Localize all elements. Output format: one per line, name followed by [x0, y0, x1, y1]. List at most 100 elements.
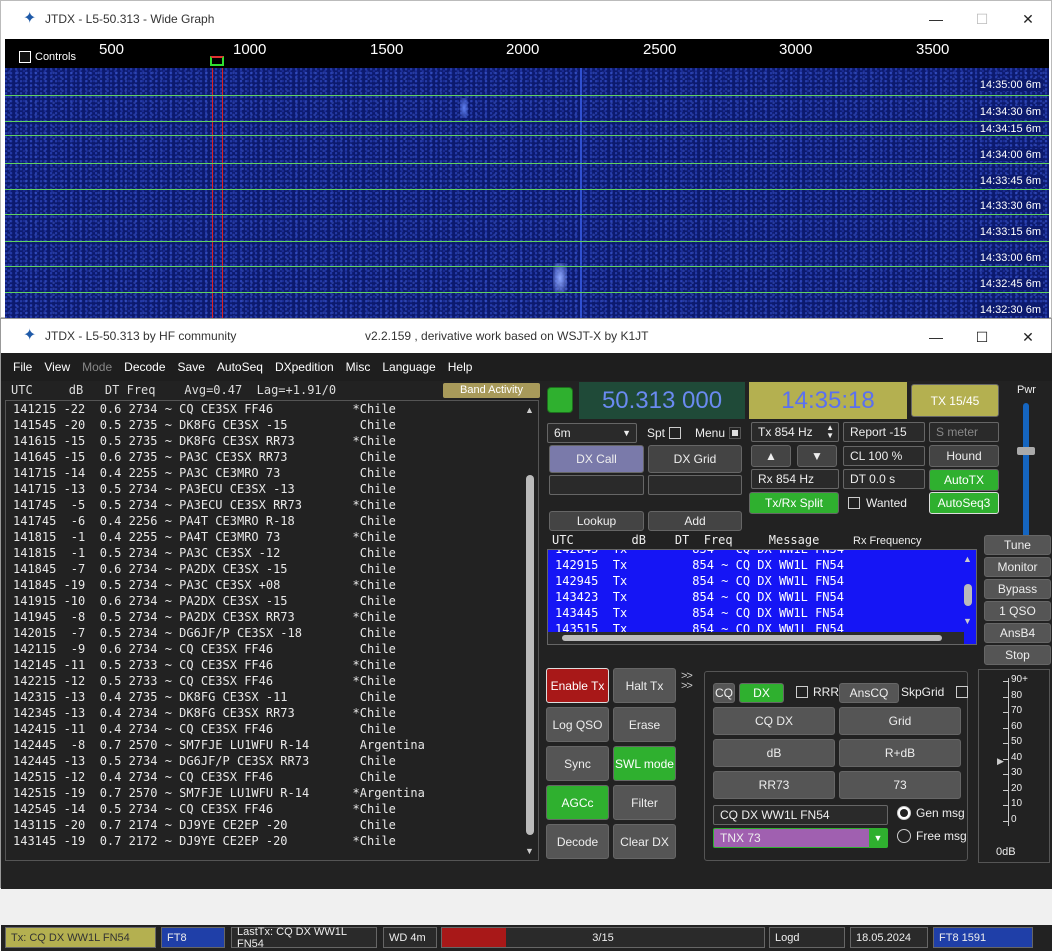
autoseq3-button[interactable]: AutoSeq3 [929, 492, 999, 514]
halt-tx-button[interactable]: Halt Tx [613, 668, 676, 703]
lookup-button[interactable]: Lookup [549, 511, 644, 531]
minimize-icon[interactable]: — [913, 319, 959, 355]
decode-row[interactable]: 142015 -7 0.5 2734 ~ DG6JF/P CE3SX -18 C… [6, 625, 538, 641]
dt-spinbox[interactable]: DT 0.0 s [843, 469, 925, 489]
skpgrid-checkbox[interactable]: SkpGrid [901, 685, 969, 699]
tx-row[interactable]: 142915 Tx 854 ~ CQ DX WW1L FN54 [548, 557, 976, 573]
minimize-icon[interactable]: — [913, 1, 959, 37]
anscq-button[interactable]: AnsCQ [839, 683, 899, 703]
decode-row[interactable]: 141845 -7 0.6 2734 ~ PA2DX CE3SX -15 Chi… [6, 561, 538, 577]
menu-autoseq[interactable]: AutoSeq [211, 360, 269, 374]
decode-row[interactable]: 141645 -15 0.6 2735 ~ PA3C CE3SX RR73 Ch… [6, 449, 538, 465]
dx-button[interactable]: DX [739, 683, 784, 703]
clear-dx-button[interactable]: Clear DX [613, 824, 676, 859]
band-select[interactable]: 6m ▼ [547, 423, 637, 443]
tx-row[interactable]: 143445 Tx 854 ~ CQ DX WW1L FN54 [548, 605, 976, 621]
decode-row[interactable]: 142215 -12 0.5 2733 ~ CQ CE3SX FF46 *Chi… [6, 673, 538, 689]
cl-spinbox[interactable]: CL 100 % [843, 446, 925, 466]
bypass-button[interactable]: Bypass [984, 579, 1051, 599]
decode-row[interactable]: 141915 -10 0.6 2734 ~ PA2DX CE3SX -15 Ch… [6, 593, 538, 609]
tx-row[interactable]: 142945 Tx 854 ~ CQ DX WW1L FN54 [548, 573, 976, 589]
autotx-button[interactable]: AutoTX [929, 469, 999, 491]
decode-row[interactable]: 141815 -1 0.4 2255 ~ PA4T CE3MRO 73 *Chi… [6, 529, 538, 545]
cq-button[interactable]: CQ [713, 683, 735, 703]
tx-row[interactable]: 143423 Tx 854 ~ CQ DX WW1L FN54 [548, 589, 976, 605]
decode-row[interactable]: 141715 -14 0.4 2255 ~ PA3C CE3MRO 73 Chi… [6, 465, 538, 481]
add-button[interactable]: Add [648, 511, 742, 531]
decode-row[interactable]: 142115 -9 0.6 2734 ~ CQ CE3SX FF46 Chile [6, 641, 538, 657]
close-icon[interactable]: ✕ [1005, 319, 1051, 355]
decode-row[interactable]: 142345 -13 0.4 2734 ~ DK8FG CE3SX RR73 *… [6, 705, 538, 721]
rx-frequency-list[interactable]: 142845 Tx 854 ~ CQ DX WW1L FN54 142915 Tx… [547, 549, 977, 645]
generated-message-field[interactable]: CQ DX WW1L FN54 [713, 805, 888, 825]
down-arrow-button[interactable]: ▼ [797, 445, 837, 467]
decode-row[interactable]: 143145 -19 0.7 2172 ~ DJ9YE CE2EP -20 *C… [6, 833, 538, 849]
rr73-msg-button[interactable]: RR73 [713, 771, 835, 799]
expand-arrows-icon[interactable]: >> >> [681, 671, 693, 692]
report-spinbox[interactable]: Report -15 [843, 422, 925, 442]
decode-row[interactable]: 141845 -19 0.5 2734 ~ PA3C CE3SX +08 *Ch… [6, 577, 538, 593]
rrr-checkbox[interactable]: RRR [796, 685, 839, 699]
up-arrow-button[interactable]: ▲ [751, 445, 791, 467]
menu-save[interactable]: Save [172, 360, 211, 374]
scroll-up-icon[interactable]: ▲ [525, 405, 534, 415]
enable-tx-button[interactable]: Enable Tx [546, 668, 609, 703]
decode-row[interactable]: 141815 -1 0.5 2734 ~ PA3C CE3SX -12 Chil… [6, 545, 538, 561]
decode-row[interactable]: 141615 -15 0.5 2735 ~ DK8FG CE3SX RR73 *… [6, 433, 538, 449]
menu-misc[interactable]: Misc [340, 360, 377, 374]
close-icon[interactable]: ✕ [1005, 1, 1051, 37]
decode-row[interactable]: 141715 -13 0.5 2734 ~ PA3ECU CE3SX -13 C… [6, 481, 538, 497]
tx-period-button[interactable]: TX 15/45 [911, 384, 999, 417]
73-msg-button[interactable]: 73 [839, 771, 961, 799]
dx-call-input[interactable] [549, 475, 644, 495]
stop-button[interactable]: Stop [984, 645, 1051, 665]
rdb-msg-button[interactable]: R+dB [839, 739, 961, 767]
erase-button[interactable]: Erase [613, 707, 676, 742]
rx-frequency-spinbox[interactable]: Rx 854 Hz [751, 469, 839, 489]
menu-help[interactable]: Help [442, 360, 479, 374]
menu-file[interactable]: File [7, 360, 38, 374]
decode-row[interactable]: 142415 -11 0.4 2734 ~ CQ CE3SX FF46 Chil… [6, 721, 538, 737]
dx-grid-button[interactable]: DX Grid [648, 445, 742, 473]
smeter-field[interactable]: S meter [929, 422, 999, 442]
filter-button[interactable]: Filter [613, 785, 676, 820]
tx-frequency-spinbox[interactable]: Tx 854 Hz ▲ ▼ [751, 422, 839, 442]
decode-row[interactable]: 141215 -22 0.6 2734 ~ CQ CE3SX FF46 *Chi… [6, 401, 538, 417]
frequency-ruler[interactable]: Controls 500 1000 1500 2000 2500 3000 35… [5, 39, 1049, 68]
scroll-down-icon[interactable]: ▼ [963, 616, 972, 626]
scroll-down-icon[interactable]: ▼ [525, 846, 534, 856]
txrx-split-button[interactable]: Tx/Rx Split [749, 492, 839, 514]
decode-row[interactable]: 142515 -12 0.4 2734 ~ CQ CE3SX FF46 Chil… [6, 769, 538, 785]
sync-button[interactable]: Sync [546, 746, 609, 781]
menu-language[interactable]: Language [376, 360, 441, 374]
decode-row[interactable]: 142315 -13 0.4 2735 ~ DK8FG CE3SX -11 Ch… [6, 689, 538, 705]
decode-row[interactable]: 141945 -8 0.5 2734 ~ PA2DX CE3SX RR73 *C… [6, 609, 538, 625]
waterfall-display[interactable]: 14:35:00 6m 14:34:30 6m 14:34:15 6m 14:3… [5, 68, 1049, 318]
gen-msg-radio[interactable]: Gen msg [897, 806, 965, 820]
decode-row[interactable]: 142545 -14 0.5 2734 ~ CQ CE3SX FF46 *Chi… [6, 801, 538, 817]
decode-row[interactable]: 142445 -8 0.7 2570 ~ SM7FJE LU1WFU R-14 … [6, 737, 538, 753]
monitor-button[interactable]: Monitor [984, 557, 1051, 577]
menu-checkbox[interactable]: Menu [695, 426, 742, 440]
decode-scrollbar[interactable]: ▲ ▼ [524, 405, 536, 856]
decode-row[interactable]: 142145 -11 0.5 2733 ~ CQ CE3SX FF46 *Chi… [6, 657, 538, 673]
free-message-field[interactable]: TNX 73 ▼ [713, 828, 888, 848]
menu-dxpedition[interactable]: DXpedition [269, 360, 340, 374]
menu-decode[interactable]: Decode [118, 360, 171, 374]
maximize-icon[interactable]: ☐ [959, 1, 1005, 37]
power-slider-handle[interactable] [1017, 447, 1035, 455]
db-msg-button[interactable]: dB [713, 739, 835, 767]
spt-checkbox[interactable]: Spt [647, 426, 682, 440]
dx-grid-input[interactable] [648, 475, 742, 495]
tx-marker[interactable] [210, 56, 224, 66]
wanted-checkbox[interactable]: Wanted [848, 496, 907, 510]
log-qso-button[interactable]: Log QSO [546, 707, 609, 742]
decode-row[interactable]: 142445 -13 0.5 2734 ~ DG6JF/P CE3SX RR73… [6, 753, 538, 769]
swl-mode-button[interactable]: SWL mode [613, 746, 676, 781]
scroll-thumb[interactable] [526, 475, 534, 835]
controls-checkbox[interactable]: Controls [19, 51, 76, 63]
maximize-icon[interactable]: ☐ [959, 319, 1005, 355]
decode-row[interactable]: 142515 -19 0.7 2570 ~ SM7FJE LU1WFU R-14… [6, 785, 538, 801]
grid-msg-button[interactable]: Grid [839, 707, 961, 735]
scroll-thumb[interactable] [964, 584, 972, 606]
